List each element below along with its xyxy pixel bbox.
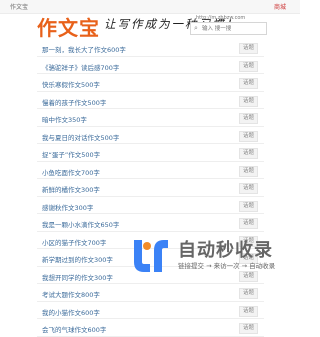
list-item[interactable]: 捉“蛋子”作文500字 话题: [37, 144, 264, 162]
list-item[interactable]: 快乐寒假作文500字 话题: [37, 74, 264, 92]
article-tag[interactable]: 话题: [238, 95, 258, 107]
search-icon[interactable]: ⌕: [194, 24, 198, 33]
site-url: http://m.zhbzw.com: [196, 15, 246, 21]
list-item[interactable]: 我与夏日的对话作文500字 话题: [37, 127, 264, 144]
article-title[interactable]: 小鱼吃面作文700字: [42, 167, 100, 177]
article-tag[interactable]: 话题: [238, 130, 258, 142]
list-item[interactable]: 我是一颗小水滴作文650字 话题: [37, 214, 264, 232]
article-title[interactable]: 小区的猫子作文700字: [42, 237, 106, 247]
article-tag[interactable]: 话题: [238, 183, 258, 194]
shop-link[interactable]: 商城: [274, 2, 286, 11]
article-tag[interactable]: 话题: [238, 148, 258, 159]
site-logo[interactable]: 作文宝: [37, 12, 100, 41]
article-title[interactable]: 暗中作文350字: [42, 114, 87, 124]
list-item[interactable]: 会飞的气球作文600字 话题: [37, 319, 264, 337]
article-title[interactable]: 捉“蛋子”作文500字: [42, 149, 100, 159]
watermark-title: 自动秒收录: [178, 240, 273, 261]
article-tag[interactable]: 话题: [238, 165, 258, 177]
list-item[interactable]: 考试大题作文800字 话题: [37, 284, 264, 302]
article-tag[interactable]: 话题: [238, 288, 258, 299]
auto-index-logo-icon: [134, 240, 168, 272]
article-tag[interactable]: 话题: [238, 200, 258, 212]
list-item[interactable]: 慢着的孩子作文500字 话题: [37, 92, 264, 109]
list-item[interactable]: 我的小猫作文600字 话题: [37, 302, 264, 319]
article-title[interactable]: 我是一颗小水滴作文650字: [42, 219, 119, 229]
list-item[interactable]: 感谢秋作文300字 话题: [37, 197, 264, 214]
article-title[interactable]: 慢着的孩子作文500字: [42, 97, 106, 107]
article-title[interactable]: 我的小猫作文600字: [42, 307, 100, 317]
article-tag[interactable]: 话题: [238, 218, 258, 229]
article-title[interactable]: 感谢秋作文300字: [42, 202, 93, 212]
search-input[interactable]: [202, 24, 262, 33]
list-item[interactable]: 暗中作文350字 话题: [37, 109, 264, 127]
article-tag[interactable]: 话题: [238, 305, 258, 317]
watermark-subtitle: 链接提交 → 来访一次 → 自动收录: [178, 262, 276, 270]
list-item[interactable]: 小鱼吃面作文700字 话题: [37, 162, 264, 179]
list-item[interactable]: 那一刻，我长大了作文600字 话题: [37, 39, 264, 57]
article-title[interactable]: 会飞的气球作文600字: [42, 324, 106, 334]
article-tag[interactable]: 话题: [238, 323, 258, 334]
article-title[interactable]: 那一刻，我长大了作文600字: [42, 44, 126, 54]
search-box[interactable]: ⌕: [190, 22, 267, 35]
article-tag[interactable]: 话题: [238, 60, 258, 72]
article-title[interactable]: 新鲜的橘作文300字: [42, 184, 100, 194]
list-item[interactable]: 《骆驼祥子》读后感700字 话题: [37, 57, 264, 74]
article-title[interactable]: 我与夏日的对话作文500字: [42, 132, 119, 142]
article-title[interactable]: 我想开同学的作文300字: [42, 272, 113, 282]
article-title[interactable]: 《骆驼祥子》读后感700字: [42, 62, 119, 72]
article-tag[interactable]: 话题: [238, 43, 258, 54]
article-title[interactable]: 快乐寒假作文500字: [42, 79, 100, 89]
auto-index-watermark: 自动秒收录 链接提交 → 来访一次 → 自动收录: [130, 236, 300, 276]
article-title[interactable]: 考试大题作文800字: [42, 289, 100, 299]
home-link[interactable]: 作文宝: [10, 2, 28, 11]
article-tag[interactable]: 话题: [238, 78, 258, 89]
list-item[interactable]: 新鲜的橘作文300字 话题: [37, 179, 264, 197]
article-tag[interactable]: 话题: [238, 113, 258, 124]
article-list: 那一刻，我长大了作文600字 话题 《骆驼祥子》读后感700字 话题 快乐寒假作文5…: [37, 39, 264, 337]
article-title[interactable]: 新学期过到的作文300字: [42, 254, 113, 264]
